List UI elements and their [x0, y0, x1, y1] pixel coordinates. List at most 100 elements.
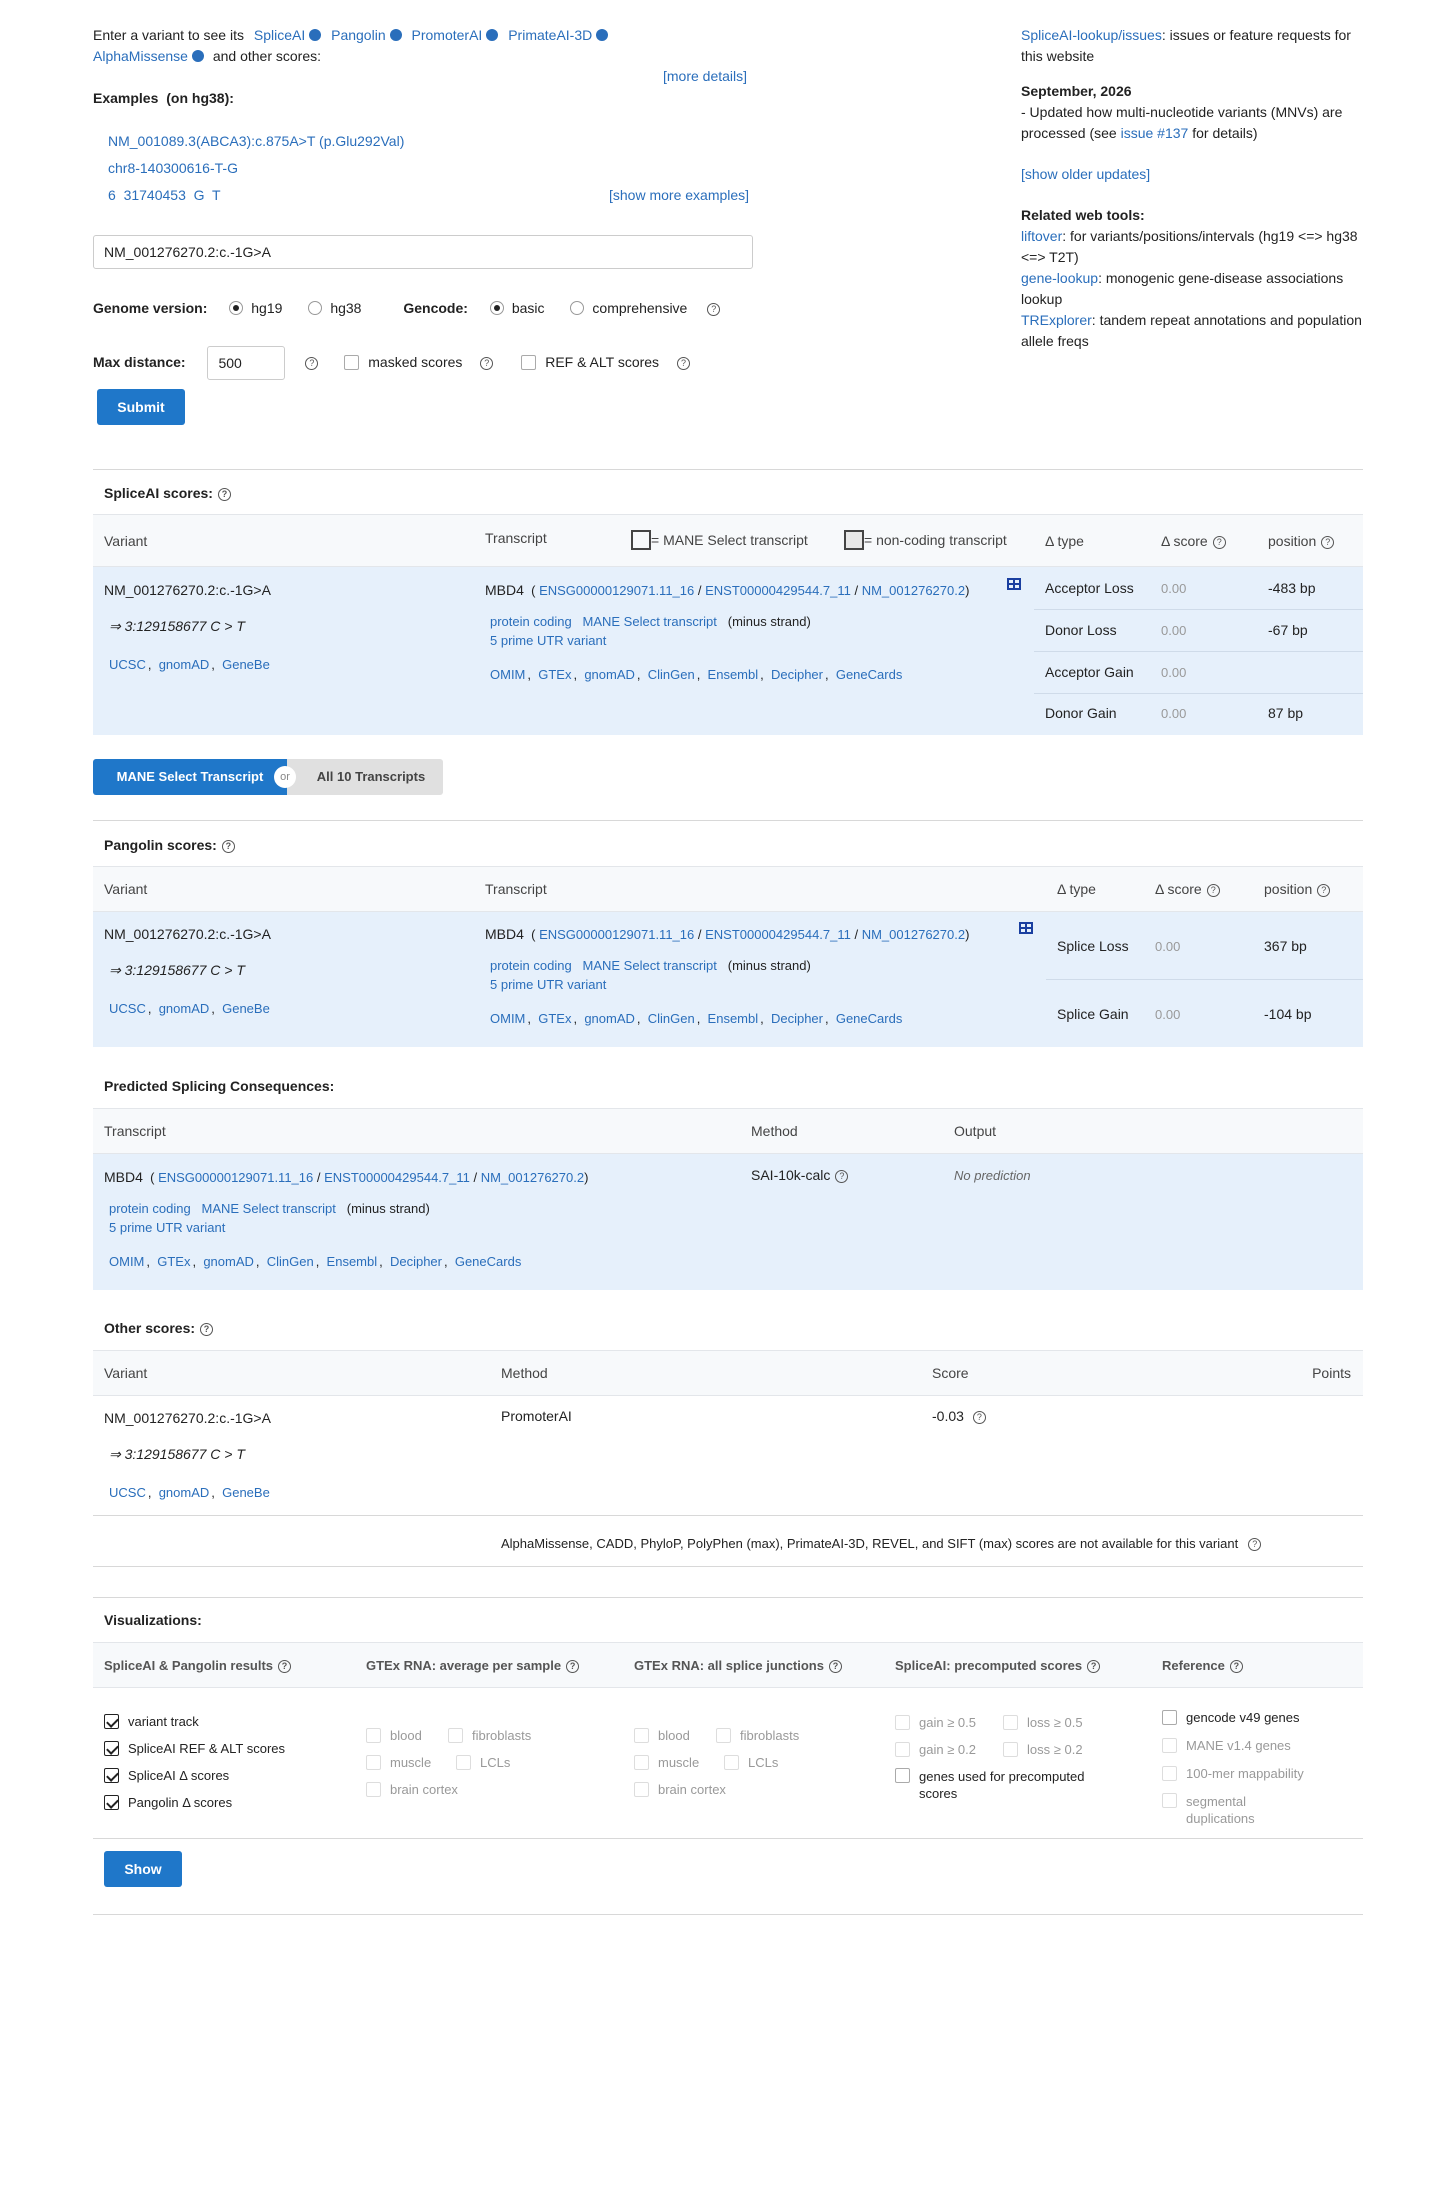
issue-link[interactable]: issue #137 — [1121, 125, 1189, 141]
decipher-link[interactable]: Decipher — [771, 667, 823, 682]
github-icon[interactable] — [596, 29, 609, 41]
help-icon[interactable]: ? — [1087, 1660, 1101, 1674]
mane-select-toggle[interactable]: MANE Select Transcript — [93, 759, 287, 795]
checkbox-muscle[interactable]: muscle — [366, 1749, 456, 1776]
ensembl-link[interactable]: Ensembl — [327, 1254, 378, 1269]
github-icon[interactable] — [191, 50, 204, 62]
checkbox-icon[interactable] — [448, 1728, 463, 1743]
checkbox-icon[interactable] — [104, 1768, 119, 1783]
checkbox-fibroblasts[interactable]: fibroblasts — [716, 1728, 799, 1743]
checkbox-icon[interactable] — [1003, 1715, 1018, 1730]
link-promoterai[interactable]: PromoterAI — [412, 27, 483, 43]
genecards-link[interactable]: GeneCards — [455, 1254, 521, 1269]
link-primateai[interactable]: PrimateAI-3D — [508, 27, 592, 43]
issues-link[interactable]: SpliceAI-lookup/issues — [1021, 27, 1162, 43]
checkbox-icon[interactable] — [104, 1795, 119, 1810]
table-icon[interactable] — [1019, 922, 1033, 934]
checkbox-icon[interactable] — [716, 1728, 731, 1743]
tool-link[interactable]: TRExplorer — [1021, 312, 1092, 328]
ensg-link[interactable]: ENSG00000129071.11_16 — [158, 1170, 313, 1185]
decipher-link[interactable]: Decipher — [771, 1011, 823, 1026]
checkbox-icon[interactable] — [456, 1755, 471, 1770]
genecards-link[interactable]: GeneCards — [836, 667, 902, 682]
radio-hg38[interactable]: hg38 — [308, 300, 361, 316]
checkbox-icon[interactable] — [104, 1741, 119, 1756]
ref-alt-checkbox[interactable]: REF & ALT scores — [521, 354, 659, 370]
checkbox-muscle[interactable]: muscle — [634, 1749, 724, 1776]
github-icon[interactable] — [486, 29, 499, 41]
help-icon[interactable]: ? — [1229, 1660, 1243, 1674]
enst-link[interactable]: ENST00000429544.7_11 — [324, 1170, 470, 1185]
checkbox-blood[interactable]: blood — [366, 1722, 448, 1749]
checkbox-precomputed-genes[interactable]: genes used for precomputed scores — [895, 1768, 1135, 1802]
gnomad-link[interactable]: gnomAD — [159, 1485, 210, 1500]
checkbox-icon[interactable] — [104, 1714, 119, 1729]
older-updates-link[interactable]: [show older updates] — [1021, 166, 1150, 182]
checkbox-icon[interactable] — [1162, 1710, 1177, 1725]
help-icon[interactable]: ? — [305, 356, 319, 370]
gtex-link[interactable]: GTEx — [538, 1011, 571, 1026]
table-icon[interactable] — [1007, 578, 1021, 590]
checkbox-icon[interactable] — [724, 1755, 739, 1770]
help-icon[interactable]: ? — [707, 302, 721, 316]
nm-link[interactable]: NM_001276270.2 — [862, 927, 965, 942]
help-icon[interactable]: ? — [1317, 883, 1331, 897]
help-icon[interactable]: ? — [828, 1660, 842, 1674]
checkbox-mane[interactable]: MANE v1.4 genes — [1162, 1732, 1362, 1760]
help-icon[interactable]: ? — [221, 839, 235, 853]
omim-link[interactable]: OMIM — [490, 667, 525, 682]
enst-link[interactable]: ENST00000429544.7_11 — [705, 927, 851, 942]
gnomad-link[interactable]: gnomAD — [159, 1001, 210, 1016]
clingen-link[interactable]: ClinGen — [648, 1011, 695, 1026]
checkbox-fibroblasts[interactable]: fibroblasts — [448, 1728, 531, 1743]
tool-link[interactable]: gene-lookup — [1021, 270, 1098, 286]
ucsc-link[interactable]: UCSC — [109, 1001, 146, 1016]
checkbox-icon[interactable] — [344, 355, 360, 370]
nm-link[interactable]: NM_001276270.2 — [481, 1170, 584, 1185]
help-icon[interactable]: ? — [835, 1169, 849, 1183]
example-item[interactable]: 6 31740453 G T — [108, 187, 221, 203]
decipher-link[interactable]: Decipher — [390, 1254, 442, 1269]
help-icon[interactable]: ? — [1321, 535, 1335, 549]
checkbox-gencode[interactable]: gencode v49 genes — [1162, 1704, 1362, 1732]
submit-button[interactable]: Submit — [97, 389, 185, 425]
gnomad-link[interactable]: gnomAD — [584, 1011, 635, 1026]
help-icon[interactable]: ? — [566, 1660, 580, 1674]
example-item[interactable]: chr8-140300616-T-G — [108, 160, 238, 176]
omim-link[interactable]: OMIM — [109, 1254, 144, 1269]
ensg-link[interactable]: ENSG00000129071.11_16 — [539, 927, 694, 942]
help-icon[interactable]: ? — [1212, 535, 1226, 549]
checkbox-icon[interactable] — [1003, 1742, 1018, 1757]
checkbox-spliceai-refalt[interactable]: SpliceAI REF & ALT scores — [104, 1735, 285, 1762]
link-pangolin[interactable]: Pangolin — [331, 27, 386, 43]
gnomad-link[interactable]: gnomAD — [584, 667, 635, 682]
help-icon[interactable]: ? — [1248, 1538, 1262, 1552]
show-more-examples-link[interactable]: [show more examples] — [609, 187, 749, 203]
gtex-link[interactable]: GTEx — [538, 667, 571, 682]
radio-basic[interactable]: basic — [489, 300, 545, 316]
link-spliceai[interactable]: SpliceAI — [254, 27, 305, 43]
link-alphamissense[interactable]: AlphaMissense — [93, 48, 188, 64]
radio-icon[interactable] — [229, 301, 244, 315]
tool-link[interactable]: liftover — [1021, 228, 1062, 244]
help-icon[interactable]: ? — [217, 487, 231, 501]
ucsc-link[interactable]: UCSC — [109, 1485, 146, 1500]
checkbox-pangolin-delta[interactable]: Pangolin Δ scores — [104, 1789, 285, 1816]
enst-link[interactable]: ENST00000429544.7_11 — [705, 583, 851, 598]
checkbox-icon[interactable] — [895, 1768, 910, 1783]
help-icon[interactable]: ? — [480, 356, 494, 370]
checkbox-loss-05[interactable]: loss ≥ 0.5 — [1003, 1715, 1083, 1730]
checkbox-segdups[interactable]: segmental duplications — [1162, 1793, 1362, 1827]
help-icon[interactable]: ? — [200, 1322, 214, 1336]
clingen-link[interactable]: ClinGen — [648, 667, 695, 682]
checkbox-icon[interactable] — [634, 1755, 649, 1770]
radio-icon[interactable] — [570, 301, 585, 315]
checkbox-brain-cortex[interactable]: brain cortex — [366, 1776, 586, 1803]
masked-scores-checkbox[interactable]: masked scores — [344, 354, 462, 370]
checkbox-icon[interactable] — [366, 1728, 381, 1743]
example-item[interactable]: NM_001089.3(ABCA3):c.875A>T (p.Glu292Val… — [108, 133, 404, 149]
more-details-link[interactable]: [more details] — [663, 68, 747, 84]
github-icon[interactable] — [389, 29, 402, 41]
radio-icon[interactable] — [489, 301, 504, 315]
help-icon[interactable]: ? — [278, 1660, 292, 1674]
